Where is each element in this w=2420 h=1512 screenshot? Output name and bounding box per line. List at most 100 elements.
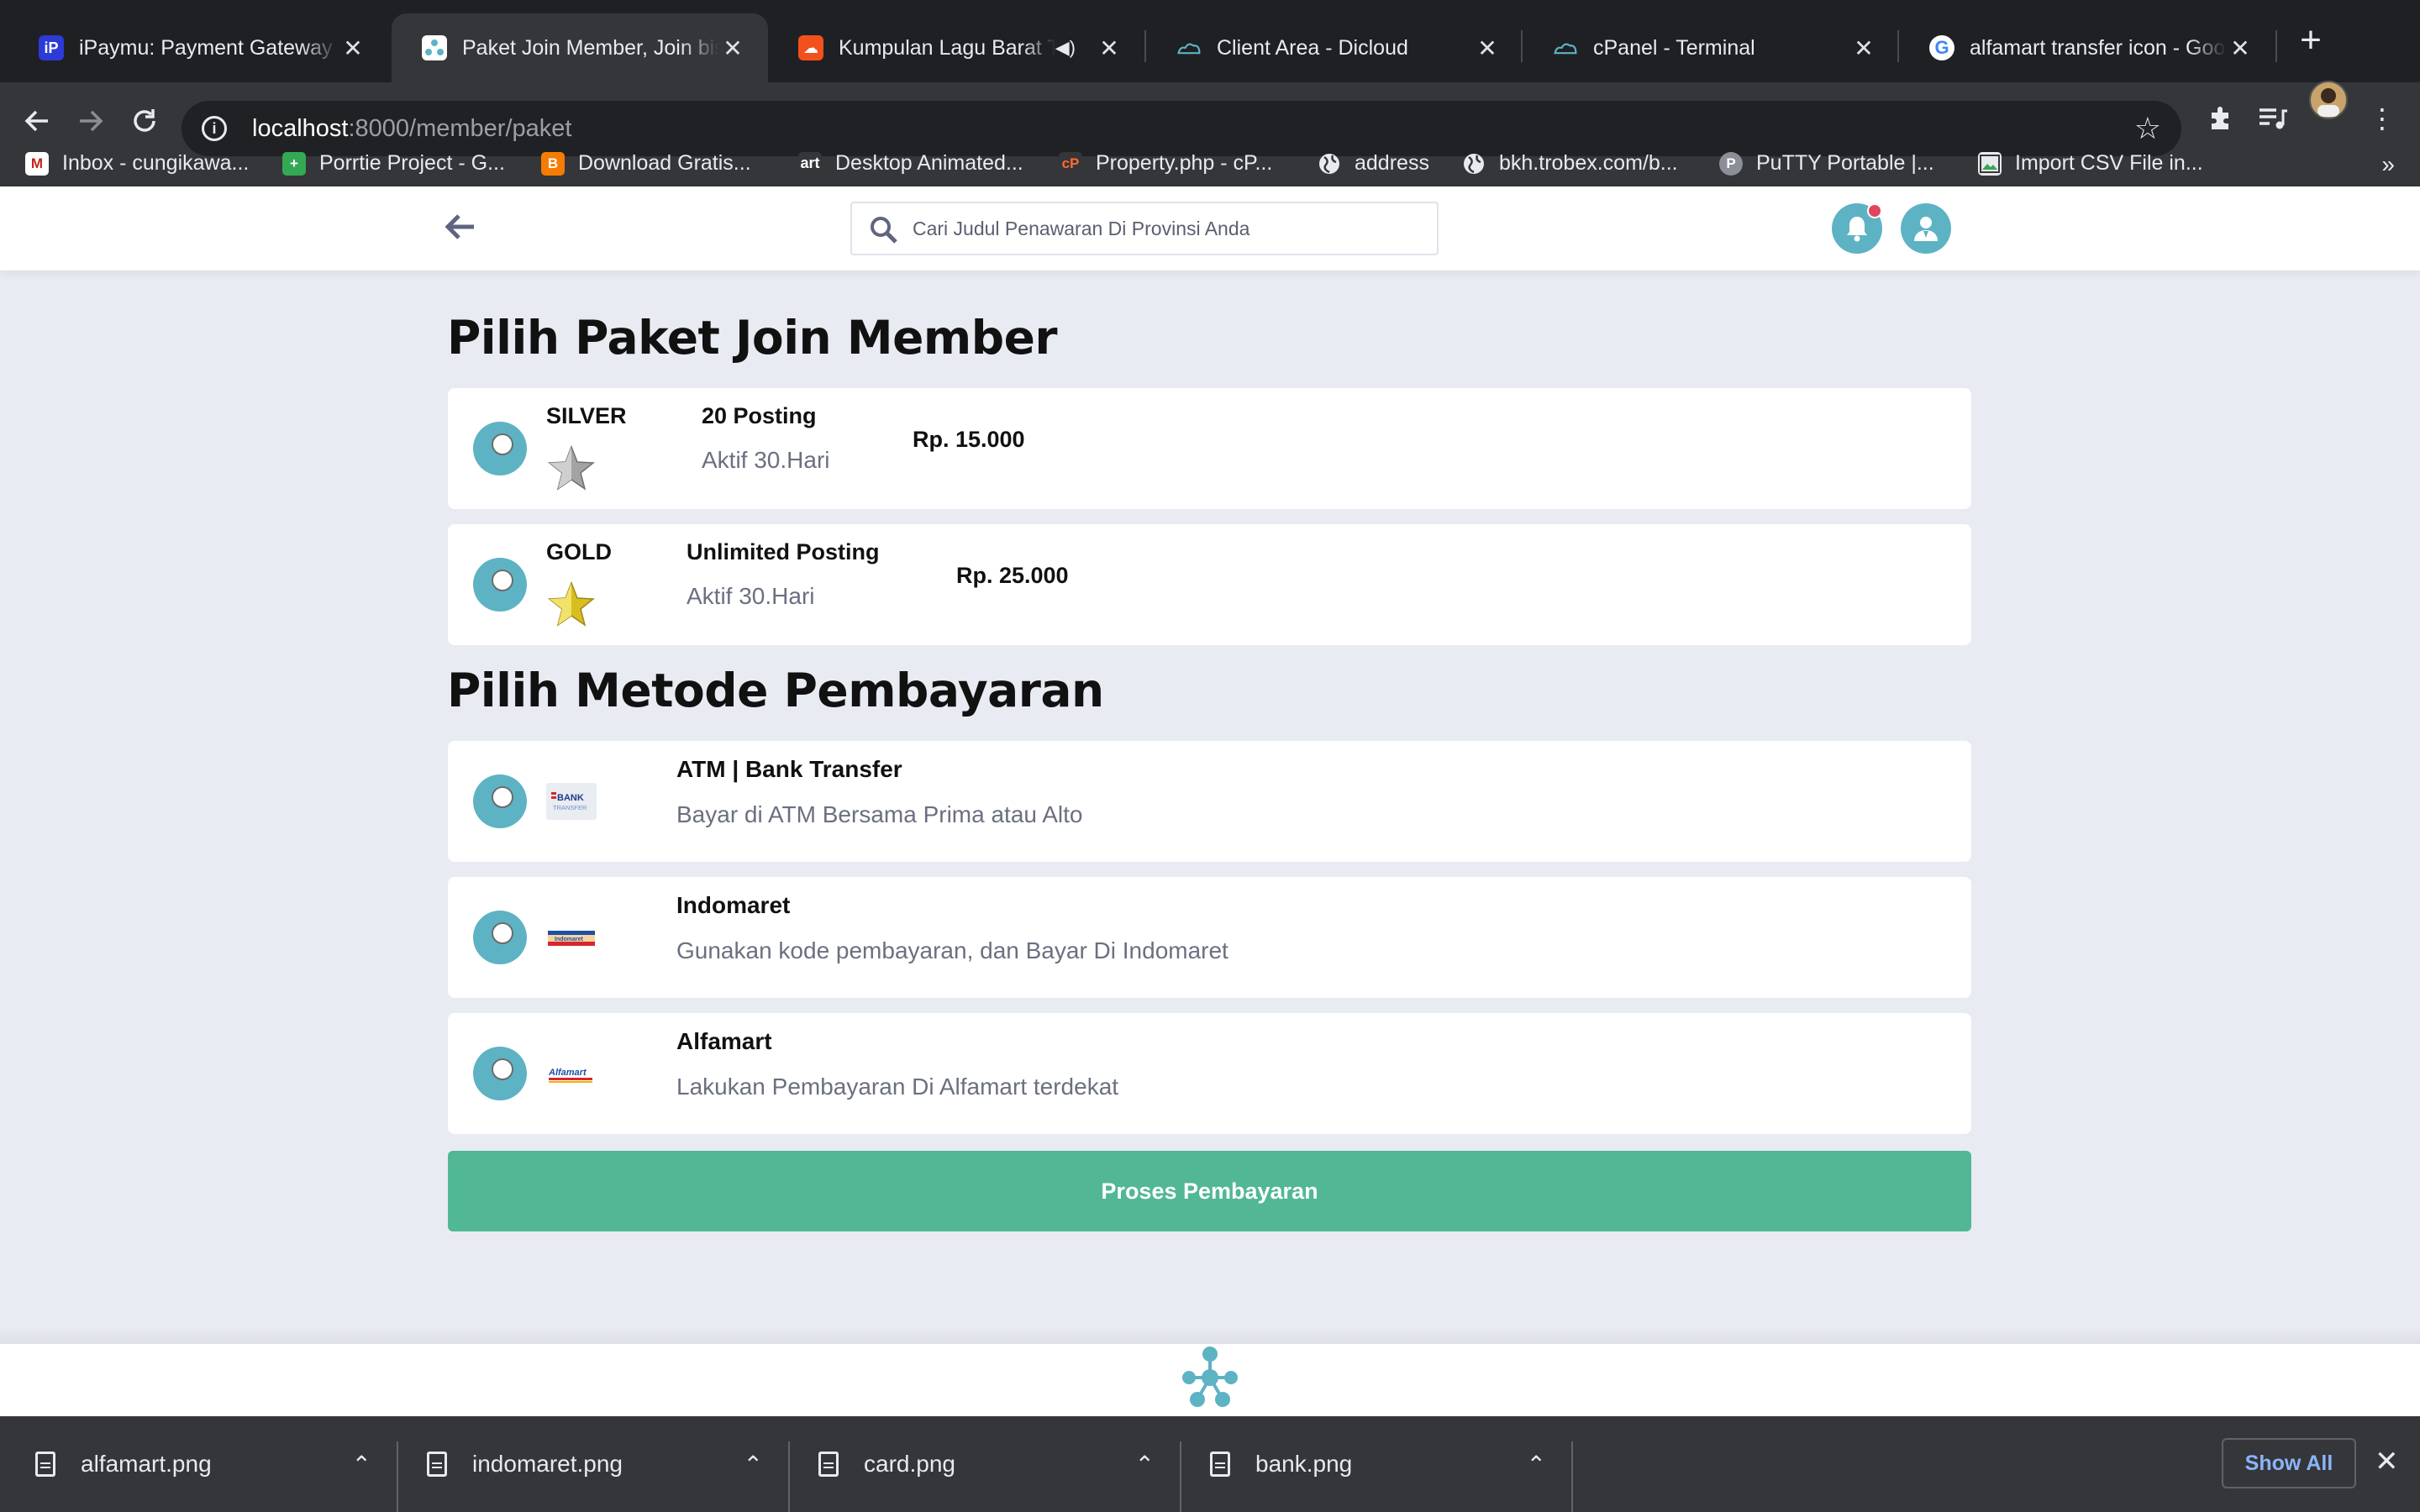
- browser-tab[interactable]: iP iPaymu: Payment Gateway In ✕: [8, 13, 388, 82]
- bookmark-label: address: [1355, 151, 1429, 175]
- payment-method-name: ATM | Bank Transfer: [676, 756, 902, 782]
- kebab-menu-icon[interactable]: ⋮: [2363, 99, 2402, 138]
- user-icon: [1914, 217, 1938, 241]
- payment-method-description: Bayar di ATM Bersama Prima atau Alto: [676, 801, 1083, 827]
- download-separator: [1571, 1441, 1573, 1512]
- svg-text:TRANSFER: TRANSFER: [553, 804, 587, 811]
- file-icon: [427, 1452, 447, 1477]
- cloud-favicon-icon: [1553, 35, 1578, 60]
- package-posts: Unlimited Posting: [687, 539, 880, 564]
- browser-tab[interactable]: ☁ Kumpulan Lagu Barat Te ◀) ✕: [768, 13, 1144, 82]
- tab-close-icon[interactable]: ✕: [719, 34, 746, 62]
- tab-title: alfamart transfer icon - Goo: [1970, 35, 2226, 60]
- bookmark-label: bkh.trobex.com/b...: [1499, 151, 1678, 175]
- url-host: localhost: [252, 114, 349, 142]
- search-icon: [869, 215, 899, 250]
- chevron-up-icon[interactable]: ⌃: [352, 1451, 371, 1478]
- svg-text:BANK: BANK: [557, 793, 584, 803]
- footer-shadow: [0, 1327, 2420, 1344]
- profile-avatar[interactable]: [2309, 81, 2348, 119]
- tab-title: Client Area - Dicloud: [1217, 35, 1408, 60]
- tab-close-icon[interactable]: ✕: [339, 34, 366, 62]
- bookmark-item[interactable]: Import CSV File in...: [1978, 151, 2203, 176]
- user-profile-button[interactable]: [1901, 203, 1951, 254]
- package-card-gold[interactable]: GOLD Unlimited Posting Aktif 30.Hari Rp.…: [448, 524, 1971, 645]
- back-nav-icon[interactable]: [17, 101, 57, 141]
- package-radio[interactable]: [473, 422, 527, 475]
- chevron-up-icon[interactable]: ⌃: [1135, 1451, 1155, 1478]
- tab-close-icon[interactable]: ✕: [1474, 34, 1501, 62]
- payment-radio[interactable]: [473, 1047, 527, 1100]
- payment-radio[interactable]: [473, 774, 527, 828]
- notification-dot: [1867, 203, 1882, 218]
- close-download-bar-icon[interactable]: ✕: [2375, 1445, 2399, 1478]
- bookmarks-overflow-icon[interactable]: »: [2381, 151, 2395, 178]
- package-name: SILVER: [546, 403, 627, 428]
- download-filename: alfamart.png: [81, 1451, 212, 1477]
- download-item[interactable]: bank.png ⌃: [1210, 1416, 1546, 1512]
- bookmarks-bar: M Inbox - cungikawa... + Porrtie Project…: [0, 141, 2420, 186]
- package-section-title: Pilih Paket Join Member: [447, 311, 1058, 365]
- reload-icon[interactable]: [124, 101, 165, 141]
- bookmark-label: Desktop Animated...: [835, 151, 1023, 175]
- bell-icon: [1847, 217, 1867, 242]
- site-info-icon[interactable]: i: [202, 116, 227, 141]
- globe-icon: [1462, 152, 1486, 176]
- page-footer: [0, 1344, 2420, 1416]
- extensions-puzzle-icon[interactable]: [2202, 99, 2240, 138]
- browser-tab[interactable]: Client Area - Dicloud ✕: [1146, 13, 1523, 82]
- notification-button[interactable]: [1832, 203, 1882, 254]
- speaker-icon[interactable]: ◀): [1055, 37, 1076, 59]
- download-filename: card.png: [864, 1451, 955, 1477]
- payment-radio[interactable]: [473, 911, 527, 964]
- file-icon: [1210, 1452, 1230, 1477]
- tab-close-icon[interactable]: ✕: [1096, 34, 1123, 62]
- bookmark-item[interactable]: art Desktop Animated...: [798, 151, 1023, 176]
- package-radio[interactable]: [473, 558, 527, 612]
- bookmark-item[interactable]: B Download Gratis...: [541, 151, 751, 176]
- forward-nav-icon[interactable]: [71, 101, 111, 141]
- site-logo-favicon-icon: [422, 35, 447, 60]
- download-item[interactable]: indomaret.png ⌃: [427, 1416, 763, 1512]
- payment-card-indomaret[interactable]: Indomaret Indomaret Gunakan kode pembaya…: [448, 877, 1971, 998]
- download-item[interactable]: alfamart.png ⌃: [35, 1416, 371, 1512]
- gold-star-icon: [547, 580, 596, 627]
- chevron-up-icon[interactable]: ⌃: [744, 1451, 763, 1478]
- file-icon: [35, 1452, 55, 1477]
- search-input[interactable]: Cari Judul Penawaran Di Provinsi Anda: [850, 202, 1439, 255]
- bookmark-item[interactable]: bkh.trobex.com/b...: [1462, 151, 1678, 176]
- bookmark-item[interactable]: M Inbox - cungikawa...: [25, 151, 249, 176]
- chevron-up-icon[interactable]: ⌃: [1527, 1451, 1546, 1478]
- browser-tab-active[interactable]: Paket Join Member, Join bis ✕: [392, 13, 768, 82]
- browser-tab[interactable]: G alfamart transfer icon - Goo ✕: [1899, 13, 2275, 82]
- app-header: Cari Judul Penawaran Di Provinsi Anda: [0, 186, 2420, 270]
- payment-method-name: Indomaret: [676, 892, 791, 918]
- payment-method-description: Gunakan kode pembayaran, dan Bayar Di In…: [676, 937, 1228, 963]
- bookmark-label: Inbox - cungikawa...: [62, 151, 250, 175]
- url-path: :8000/member/paket: [348, 114, 572, 142]
- bookmark-item[interactable]: address: [1318, 151, 1429, 176]
- bookmark-item[interactable]: P PuTTY Portable |...: [1719, 151, 1934, 176]
- art-icon: art: [798, 151, 822, 176]
- process-payment-button[interactable]: Proses Pembayaran: [448, 1151, 1971, 1231]
- show-all-downloads-button[interactable]: Show All: [2222, 1438, 2356, 1488]
- tab-close-icon[interactable]: ✕: [2227, 34, 2254, 62]
- media-queue-icon[interactable]: [2254, 99, 2292, 138]
- package-card-silver[interactable]: SILVER 20 Posting Aktif 30.Hari Rp. 15.0…: [448, 388, 1971, 509]
- bookmark-item[interactable]: + Porrtie Project - G...: [282, 151, 505, 176]
- download-item[interactable]: card.png ⌃: [818, 1416, 1155, 1512]
- payment-card-alfamart[interactable]: Alfamart Alfamart Lakukan Pembayaran Di …: [448, 1013, 1971, 1134]
- tab-title: Kumpulan Lagu Barat Te: [839, 35, 1055, 60]
- bookmark-item[interactable]: cP Property.php - cP...: [1059, 151, 1272, 176]
- payment-method-name: Alfamart: [676, 1028, 772, 1054]
- package-duration: Aktif 30.Hari: [687, 583, 815, 609]
- tab-title: Paket Join Member, Join bis: [462, 35, 719, 60]
- browser-tab[interactable]: cPanel - Terminal ✕: [1523, 13, 1899, 82]
- payment-card-bank-transfer[interactable]: BANK TRANSFER ATM | Bank Transfer Bayar …: [448, 741, 1971, 862]
- new-tab-button[interactable]: +: [2294, 22, 2328, 60]
- tab-close-icon[interactable]: ✕: [1850, 34, 1877, 62]
- file-icon: [818, 1452, 839, 1477]
- browser-tab-strip: iP iPaymu: Payment Gateway In ✕ Paket Jo…: [0, 0, 2420, 82]
- back-arrow-icon[interactable]: [444, 210, 481, 247]
- globe-icon: [1318, 152, 1341, 176]
